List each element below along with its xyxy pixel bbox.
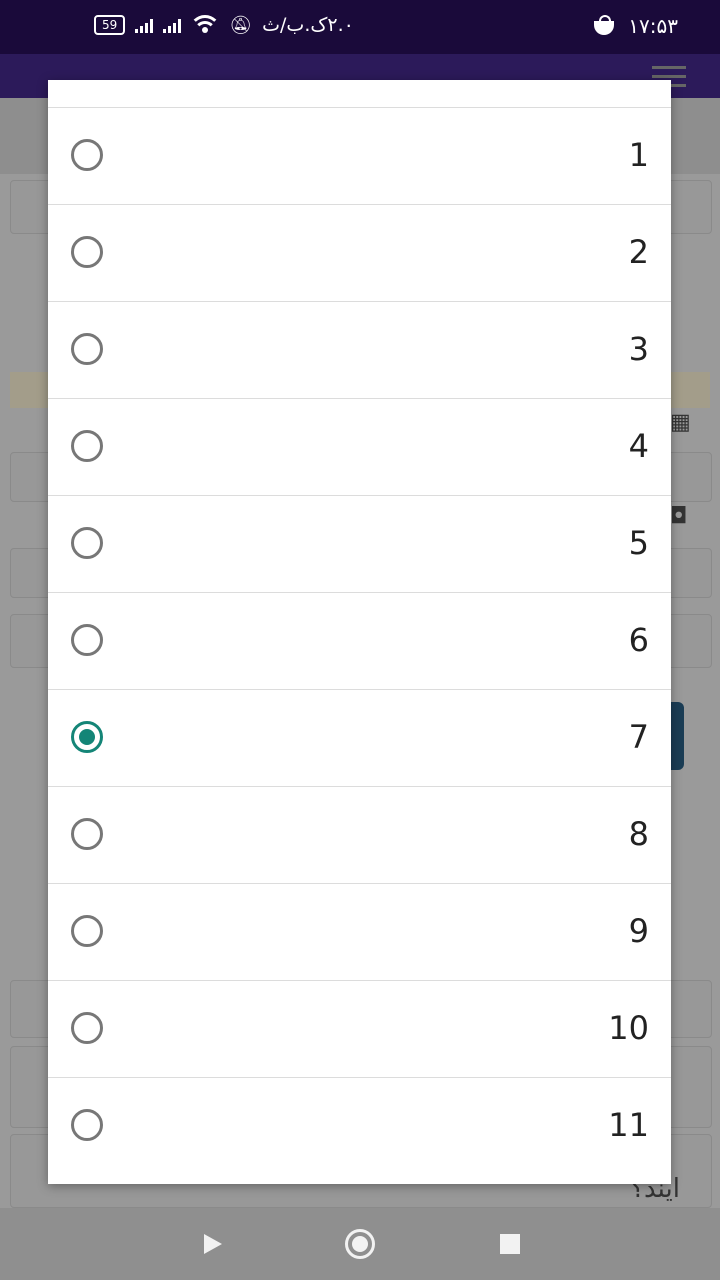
option-label: 6 (628, 621, 649, 659)
back-icon[interactable] (204, 1234, 222, 1254)
radio-unchecked-icon[interactable] (71, 430, 103, 462)
option-item[interactable]: 8 (48, 787, 671, 884)
option-label: 8 (628, 815, 649, 853)
status-bar: 59 🔕︎ ۲.۰ک.ب/ث ۱۷:۵۳ (0, 0, 720, 54)
option-item[interactable]: 3 (48, 302, 671, 399)
navigation-bar (0, 1208, 720, 1280)
radio-checked-icon[interactable] (71, 721, 103, 753)
status-right: ۱۷:۵۳ (594, 14, 678, 38)
radio-unchecked-icon[interactable] (71, 1109, 103, 1141)
option-item[interactable]: 7 (48, 690, 671, 787)
recents-icon[interactable] (500, 1234, 520, 1254)
signal-icon (163, 17, 182, 33)
option-item[interactable]: 9 (48, 884, 671, 981)
option-item[interactable]: 6 (48, 593, 671, 690)
wifi-icon (191, 15, 220, 35)
option-label: 7 (628, 718, 649, 756)
option-item[interactable]: 11 (48, 1078, 671, 1175)
option-label: 3 (628, 330, 649, 368)
radio-unchecked-icon[interactable] (71, 236, 103, 268)
options-list: 1 2 3 4 5 6 7 8 9 10 11 (48, 108, 671, 1175)
option-label: 11 (608, 1106, 649, 1144)
checkbox-icon: ◘ (670, 504, 688, 529)
battery-icon: 59 (94, 15, 126, 35)
option-label: 9 (628, 912, 649, 950)
option-item[interactable]: 5 (48, 496, 671, 593)
mute-icon: 🔕︎ (229, 14, 253, 36)
radio-unchecked-icon[interactable] (71, 139, 103, 171)
option-label: 4 (628, 427, 649, 465)
option-label: 5 (628, 524, 649, 562)
radio-unchecked-icon[interactable] (71, 818, 103, 850)
shopping-bag-icon (594, 15, 615, 35)
radio-unchecked-icon[interactable] (71, 624, 103, 656)
option-label: 10 (608, 1009, 649, 1047)
status-left: 59 🔕︎ ۲.۰ک.ب/ث (94, 14, 354, 36)
option-item[interactable]: 4 (48, 399, 671, 496)
option-item[interactable]: 10 (48, 981, 671, 1078)
signal-icon (135, 17, 154, 33)
option-item[interactable]: 2 (48, 205, 671, 302)
radio-unchecked-icon[interactable] (71, 527, 103, 559)
selection-dialog: 1 2 3 4 5 6 7 8 9 10 11 (48, 80, 671, 1184)
calendar-icon: ▦ (670, 410, 691, 435)
radio-unchecked-icon[interactable] (71, 915, 103, 947)
clock: ۱۷:۵۳ (628, 14, 678, 38)
radio-unchecked-icon[interactable] (71, 333, 103, 365)
option-item[interactable]: 1 (48, 108, 671, 205)
option-label: 1 (628, 136, 649, 174)
home-icon[interactable] (345, 1229, 375, 1259)
radio-unchecked-icon[interactable] (71, 1012, 103, 1044)
dialog-top-edge (48, 80, 671, 108)
option-label: 2 (628, 233, 649, 271)
network-speed: ۲.۰ک.ب/ث (262, 14, 354, 36)
